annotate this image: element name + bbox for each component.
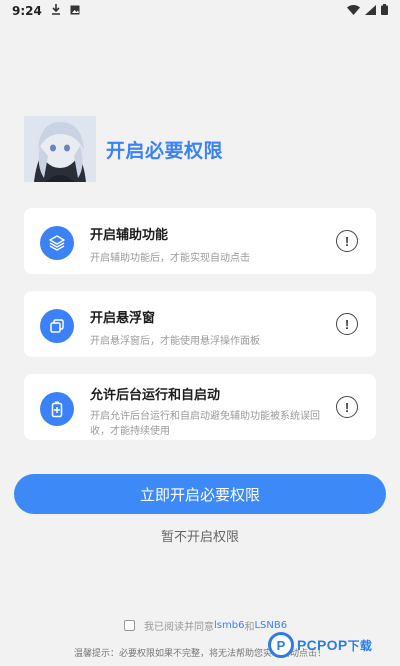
card-text: 允许后台运行和自启动 开启允许后台运行和自启动避免辅助功能被系统误回收，才能持续… [90, 384, 326, 439]
agreement-row: 我已阅读并同意 lsmb6 和 LSNB6 [124, 618, 287, 633]
wifi-icon [347, 4, 360, 18]
avatar [24, 116, 96, 182]
watermark-text: PCPOP下载 [297, 637, 372, 654]
agreement-conj: 和 [244, 622, 255, 633]
signal-icon [365, 4, 376, 18]
battery-icon [381, 4, 388, 18]
status-right [347, 4, 388, 18]
image-icon [70, 4, 80, 18]
page-title: 开启必要权限 [106, 139, 224, 162]
agreement-link-1[interactable]: lsmb6 [214, 620, 244, 631]
status-time: 9:24 [12, 4, 42, 18]
agreement-prefix: 我已阅读并同意 [144, 622, 214, 633]
header: 开启必要权限 [24, 116, 223, 182]
window-icon [40, 309, 74, 343]
info-icon[interactable]: ! [336, 230, 358, 252]
permission-card-background-run[interactable]: 允许后台运行和自启动 开启允许后台运行和自启动避免辅助功能被系统误回收，才能持续… [24, 374, 376, 440]
card-title: 允许后台运行和自启动 [90, 388, 221, 403]
status-bar: 9:24 [0, 0, 400, 22]
card-text: 开启悬浮窗 开启悬浮窗后，才能使用悬浮操作面板 [90, 307, 326, 349]
watermark-logo-icon: P [268, 632, 294, 658]
card-text: 开启辅助功能 开启辅助功能后，才能实现自动点击 [90, 224, 326, 266]
card-description: 开启辅助功能后，才能实现自动点击 [90, 253, 250, 264]
permission-card-accessibility[interactable]: 开启辅助功能 开启辅助功能后，才能实现自动点击 ! [24, 208, 376, 274]
enable-permissions-button[interactable]: 立即开启必要权限 [14, 474, 386, 514]
permission-card-floating-window[interactable]: 开启悬浮窗 开启悬浮窗后，才能使用悬浮操作面板 ! [24, 291, 376, 357]
download-icon [51, 4, 61, 18]
status-left: 9:24 [12, 4, 80, 18]
agreement-checkbox[interactable] [124, 620, 135, 631]
card-title: 开启悬浮窗 [90, 311, 156, 326]
battery-plus-icon [40, 392, 74, 426]
watermark-brand: PCPOP [297, 636, 348, 653]
watermark: P PCPOP下载 [268, 624, 400, 666]
skip-permissions-link[interactable]: 暂不开启权限 [0, 526, 400, 545]
info-icon[interactable]: ! [336, 313, 358, 335]
card-description: 开启允许后台运行和自启动避免辅助功能被系统误回收，才能持续使用 [90, 411, 320, 437]
info-icon[interactable]: ! [336, 396, 358, 418]
card-title: 开启辅助功能 [90, 228, 169, 243]
watermark-suffix: 下载 [347, 638, 373, 653]
layers-icon [40, 226, 74, 260]
card-description: 开启悬浮窗后，才能使用悬浮操作面板 [90, 336, 260, 347]
